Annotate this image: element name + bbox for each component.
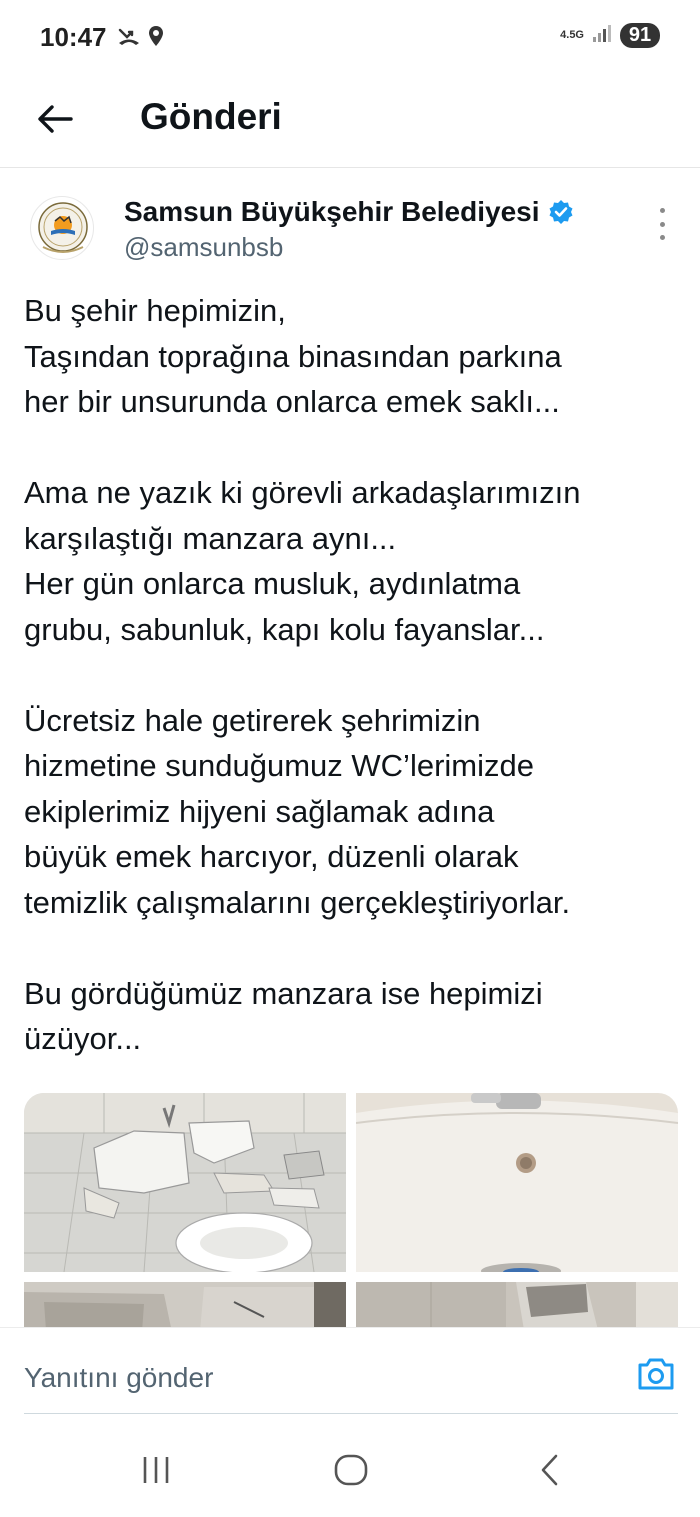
post-line: Bu şehir hepimizin, [24, 293, 286, 328]
post-line: hizmetine sunduğumuz WC’lerimizde [24, 748, 534, 783]
author-name[interactable]: Samsun Büyükşehir Belediyesi [124, 196, 540, 228]
post-line: Taşından toprağına binasından parkına [24, 338, 562, 374]
post-text: Bu şehir hepimizin, Taşından toprağına b… [24, 288, 684, 1062]
back-nav-button[interactable] [530, 1452, 570, 1488]
post-line: her bir unsurunda onlarca emek saklı... [24, 384, 560, 419]
post-line: Bu gördüğümüz manzara ise hepimizi [24, 975, 543, 1011]
home-icon [334, 1454, 368, 1486]
post-line: büyük emek harcıyor, düzenli olarak [24, 839, 519, 874]
more-options-button[interactable] [654, 208, 670, 240]
verified-badge-icon [549, 200, 573, 224]
dot [659, 235, 665, 240]
post-author: Samsun Büyükşehir Belediyesi @samsunbsb [0, 190, 700, 270]
damaged-floor-photo[interactable] [24, 1282, 346, 1327]
header: Gönderi [0, 76, 700, 168]
missed-call-icon [118, 26, 140, 51]
reply-bar: Yanıtını gönder [0, 1327, 700, 1413]
network-type: 4.5G [560, 29, 584, 41]
signal-icon [592, 24, 612, 47]
status-icons-left [118, 25, 164, 52]
back-chevron-icon [541, 1454, 558, 1486]
camera-button[interactable] [636, 1356, 676, 1392]
samsun-logo-icon [38, 202, 88, 253]
broken-toilet-photo[interactable] [24, 1093, 346, 1274]
recent-apps-button[interactable] [136, 1452, 176, 1488]
location-icon [148, 25, 164, 52]
battery-level: 91 [620, 23, 660, 48]
recent-apps-icon [143, 1457, 169, 1483]
post-line: grubu, sabunluk, kapı kolu fayanslar... [24, 611, 545, 647]
post-line: karşılaştığı manzara aynı... [24, 520, 397, 556]
camera-icon [638, 1358, 674, 1390]
post-line: temizlik çalışmalarını gerçekleştiriyorl… [24, 884, 571, 920]
bathroom-wall-photo[interactable] [356, 1282, 678, 1327]
author-handle[interactable]: @samsunbsb [124, 232, 283, 263]
status-icons-right: 4.5G 91 [560, 23, 660, 48]
post-line: Ama ne yazık ki görevli arkadaşlarımızın [24, 475, 581, 510]
avatar[interactable] [30, 196, 94, 260]
back-button[interactable] [30, 94, 80, 144]
status-time: 10:47 [40, 22, 107, 52]
reply-input[interactable]: Yanıtını gönder [24, 1362, 213, 1394]
dot [659, 221, 665, 227]
system-nav-bar [0, 1414, 700, 1517]
back-arrow-icon [38, 105, 73, 133]
post-line: Her gün onlarca musluk, aydınlatma [24, 566, 521, 601]
sink-photo[interactable] [355, 1093, 678, 1279]
status-bar: 10:47 4.5G 91 [0, 0, 700, 76]
page-title: Gönderi [140, 96, 282, 137]
media-grid [24, 1093, 678, 1327]
post-line: ekiplerimiz hijyeni sağlamak adına [24, 793, 495, 829]
post-line: Ücretsiz hale getirerek şehrimizin [24, 702, 481, 738]
home-button[interactable] [331, 1452, 371, 1488]
dot [659, 208, 665, 213]
post-line: üzüyor... [24, 1021, 142, 1056]
author-name-row[interactable]: Samsun Büyükşehir Belediyesi [124, 196, 574, 228]
